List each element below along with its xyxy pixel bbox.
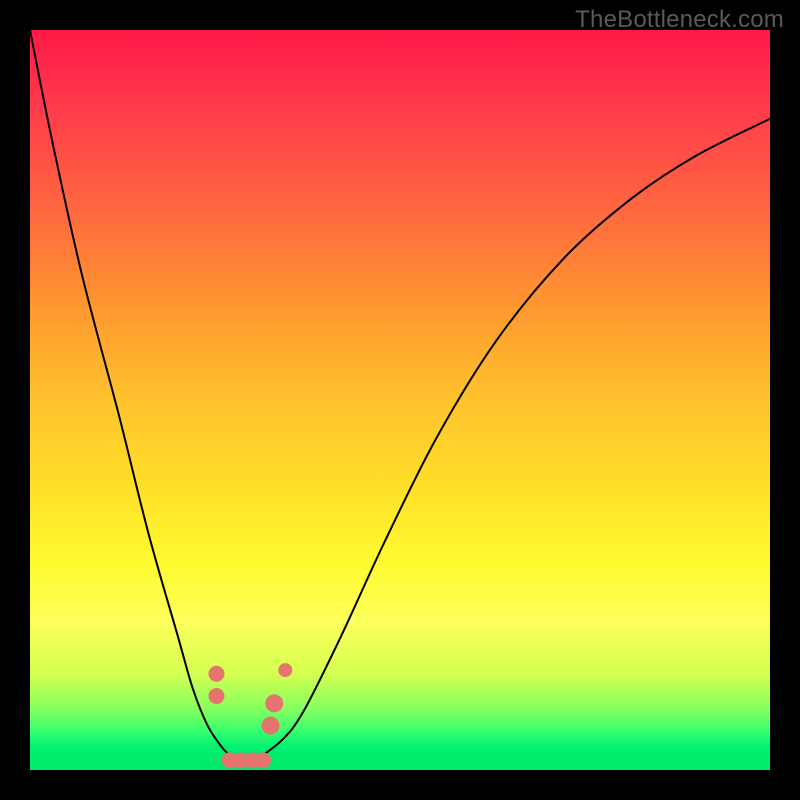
right-curve [252,119,770,763]
highlight-dot [208,666,224,682]
highlight-dot [244,752,260,768]
left-curve [30,30,252,763]
highlight-dot [222,752,238,768]
chart-svg [30,30,770,770]
highlight-markers [208,663,292,768]
highlight-dot [262,717,280,735]
highlight-dot [255,752,271,768]
highlight-dot [278,663,292,677]
plot-area [30,30,770,770]
chart-frame: TheBottleneck.com [0,0,800,800]
highlight-dot [208,688,224,704]
highlight-dot [233,752,249,768]
highlight-dot [265,694,283,712]
